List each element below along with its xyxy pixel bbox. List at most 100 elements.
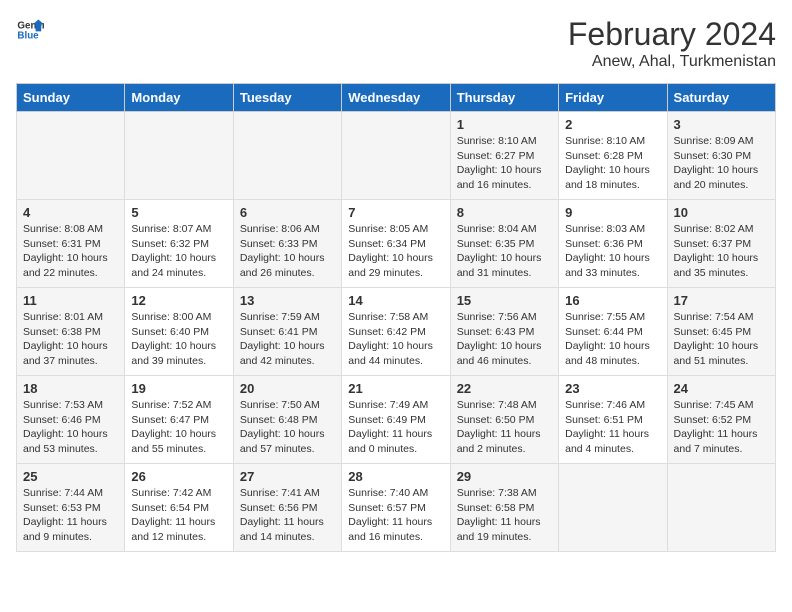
calendar-cell: 17 Sunrise: 7:54 AM Sunset: 6:45 PM Dayli… <box>667 288 775 376</box>
calendar-cell: 27 Sunrise: 7:41 AM Sunset: 6:56 PM Dayli… <box>233 464 341 552</box>
day-info: Sunrise: 7:52 AM Sunset: 6:47 PM Dayligh… <box>131 398 226 457</box>
calendar-cell: 5 Sunrise: 8:07 AM Sunset: 6:32 PM Daylig… <box>125 200 233 288</box>
day-info: Sunrise: 7:53 AM Sunset: 6:46 PM Dayligh… <box>23 398 118 457</box>
calendar-cell: 8 Sunrise: 8:04 AM Sunset: 6:35 PM Daylig… <box>450 200 558 288</box>
day-header-monday: Monday <box>125 84 233 112</box>
calendar-cell: 18 Sunrise: 7:53 AM Sunset: 6:46 PM Dayli… <box>17 376 125 464</box>
calendar-cell: 25Sunrise: 7:44 AM Sunset: 6:53 PM Dayli… <box>17 464 125 552</box>
logo-icon: General Blue <box>16 16 44 44</box>
calendar-cell: 21 Sunrise: 7:49 AM Sunset: 6:49 PM Dayli… <box>342 376 450 464</box>
calendar-cell: 29 Sunrise: 7:38 AM Sunset: 6:58 PM Dayli… <box>450 464 558 552</box>
location-title: Anew, Ahal, Turkmenistan <box>568 53 776 71</box>
day-info: Sunrise: 8:01 AM Sunset: 6:38 PM Dayligh… <box>23 310 118 369</box>
day-number: 8 <box>457 205 552 220</box>
day-number: 4 <box>23 205 118 220</box>
day-info: Sunrise: 8:04 AM Sunset: 6:35 PM Dayligh… <box>457 222 552 281</box>
day-info: Sunrise: 7:46 AM Sunset: 6:51 PM Dayligh… <box>565 398 660 457</box>
day-number: 10 <box>674 205 769 220</box>
calendar-cell: 28Sunrise: 7:40 AM Sunset: 6:57 PM Dayli… <box>342 464 450 552</box>
day-number: 1 <box>457 117 552 132</box>
day-number: 16 <box>565 293 660 308</box>
logo: General Blue <box>16 16 44 44</box>
day-number: 28 <box>348 469 443 484</box>
day-header-thursday: Thursday <box>450 84 558 112</box>
day-number: 19 <box>131 381 226 396</box>
day-info: Sunrise: 8:02 AM Sunset: 6:37 PM Dayligh… <box>674 222 769 281</box>
day-number: 9 <box>565 205 660 220</box>
calendar-cell: 16 Sunrise: 7:55 AM Sunset: 6:44 PM Dayli… <box>559 288 667 376</box>
calendar-week-1: 1 Sunrise: 8:10 AM Sunset: 6:27 PM Daylig… <box>17 112 776 200</box>
day-info: Sunrise: 7:38 AM Sunset: 6:58 PM Dayligh… <box>457 486 552 545</box>
day-info: Sunrise: 7:50 AM Sunset: 6:48 PM Dayligh… <box>240 398 335 457</box>
day-number: 23 <box>565 381 660 396</box>
day-info: Sunrise: 8:10 AM Sunset: 6:27 PM Dayligh… <box>457 134 552 193</box>
calendar-header-row: SundayMondayTuesdayWednesdayThursdayFrid… <box>17 84 776 112</box>
calendar-cell <box>667 464 775 552</box>
day-info: Sunrise: 8:03 AM Sunset: 6:36 PM Dayligh… <box>565 222 660 281</box>
day-info: Sunrise: 7:49 AM Sunset: 6:49 PM Dayligh… <box>348 398 443 457</box>
day-header-saturday: Saturday <box>667 84 775 112</box>
calendar-cell: 14Sunrise: 7:58 AM Sunset: 6:42 PM Dayli… <box>342 288 450 376</box>
day-info: Sunrise: 8:10 AM Sunset: 6:28 PM Dayligh… <box>565 134 660 193</box>
day-info: Sunrise: 8:09 AM Sunset: 6:30 PM Dayligh… <box>674 134 769 193</box>
page-header: General Blue February 2024 Anew, Ahal, T… <box>16 16 776 71</box>
day-number: 27 <box>240 469 335 484</box>
day-header-wednesday: Wednesday <box>342 84 450 112</box>
calendar-cell: 2 Sunrise: 8:10 AM Sunset: 6:28 PM Daylig… <box>559 112 667 200</box>
calendar-cell: 20 Sunrise: 7:50 AM Sunset: 6:48 PM Dayli… <box>233 376 341 464</box>
month-title: February 2024 <box>568 16 776 53</box>
calendar-cell: 1 Sunrise: 8:10 AM Sunset: 6:27 PM Daylig… <box>450 112 558 200</box>
day-number: 5 <box>131 205 226 220</box>
calendar-week-4: 18 Sunrise: 7:53 AM Sunset: 6:46 PM Dayli… <box>17 376 776 464</box>
calendar-cell <box>342 112 450 200</box>
day-info: Sunrise: 7:45 AM Sunset: 6:52 PM Dayligh… <box>674 398 769 457</box>
calendar-cell: 4 Sunrise: 8:08 AM Sunset: 6:31 PM Daylig… <box>17 200 125 288</box>
day-info: Sunrise: 8:08 AM Sunset: 6:31 PM Dayligh… <box>23 222 118 281</box>
day-number: 7 <box>348 205 443 220</box>
calendar-cell: 19 Sunrise: 7:52 AM Sunset: 6:47 PM Dayli… <box>125 376 233 464</box>
day-number: 2 <box>565 117 660 132</box>
calendar-cell <box>559 464 667 552</box>
calendar-cell: 15Sunrise: 7:56 AM Sunset: 6:43 PM Dayli… <box>450 288 558 376</box>
calendar-week-2: 4 Sunrise: 8:08 AM Sunset: 6:31 PM Daylig… <box>17 200 776 288</box>
calendar-cell: 11 Sunrise: 8:01 AM Sunset: 6:38 PM Dayli… <box>17 288 125 376</box>
calendar-week-3: 11 Sunrise: 8:01 AM Sunset: 6:38 PM Dayli… <box>17 288 776 376</box>
calendar-cell: 7 Sunrise: 8:05 AM Sunset: 6:34 PM Daylig… <box>342 200 450 288</box>
day-number: 20 <box>240 381 335 396</box>
calendar-cell <box>125 112 233 200</box>
day-number: 3 <box>674 117 769 132</box>
calendar-cell: 10 Sunrise: 8:02 AM Sunset: 6:37 PM Dayli… <box>667 200 775 288</box>
day-number: 29 <box>457 469 552 484</box>
day-info: Sunrise: 8:00 AM Sunset: 6:40 PM Dayligh… <box>131 310 226 369</box>
day-number: 22 <box>457 381 552 396</box>
day-number: 15 <box>457 293 552 308</box>
day-number: 21 <box>348 381 443 396</box>
title-area: February 2024 Anew, Ahal, Turkmenistan <box>568 16 776 71</box>
calendar-table: SundayMondayTuesdayWednesdayThursdayFrid… <box>16 83 776 552</box>
day-info: Sunrise: 8:05 AM Sunset: 6:34 PM Dayligh… <box>348 222 443 281</box>
calendar-cell: 3 Sunrise: 8:09 AM Sunset: 6:30 PM Daylig… <box>667 112 775 200</box>
calendar-cell: 22 Sunrise: 7:48 AM Sunset: 6:50 PM Dayli… <box>450 376 558 464</box>
day-number: 26 <box>131 469 226 484</box>
day-number: 18 <box>23 381 118 396</box>
svg-text:Blue: Blue <box>17 30 39 41</box>
calendar-cell <box>17 112 125 200</box>
calendar-cell: 12Sunrise: 8:00 AM Sunset: 6:40 PM Dayli… <box>125 288 233 376</box>
day-info: Sunrise: 7:58 AM Sunset: 6:42 PM Dayligh… <box>348 310 443 369</box>
calendar-cell: 26 Sunrise: 7:42 AM Sunset: 6:54 PM Dayli… <box>125 464 233 552</box>
day-info: Sunrise: 8:06 AM Sunset: 6:33 PM Dayligh… <box>240 222 335 281</box>
day-number: 13 <box>240 293 335 308</box>
day-info: Sunrise: 8:07 AM Sunset: 6:32 PM Dayligh… <box>131 222 226 281</box>
day-info: Sunrise: 7:48 AM Sunset: 6:50 PM Dayligh… <box>457 398 552 457</box>
day-header-friday: Friday <box>559 84 667 112</box>
day-number: 25 <box>23 469 118 484</box>
day-info: Sunrise: 7:59 AM Sunset: 6:41 PM Dayligh… <box>240 310 335 369</box>
day-number: 17 <box>674 293 769 308</box>
day-info: Sunrise: 7:54 AM Sunset: 6:45 PM Dayligh… <box>674 310 769 369</box>
day-info: Sunrise: 7:55 AM Sunset: 6:44 PM Dayligh… <box>565 310 660 369</box>
day-info: Sunrise: 7:41 AM Sunset: 6:56 PM Dayligh… <box>240 486 335 545</box>
day-header-sunday: Sunday <box>17 84 125 112</box>
day-number: 11 <box>23 293 118 308</box>
calendar-cell: 24Sunrise: 7:45 AM Sunset: 6:52 PM Dayli… <box>667 376 775 464</box>
day-info: Sunrise: 7:42 AM Sunset: 6:54 PM Dayligh… <box>131 486 226 545</box>
